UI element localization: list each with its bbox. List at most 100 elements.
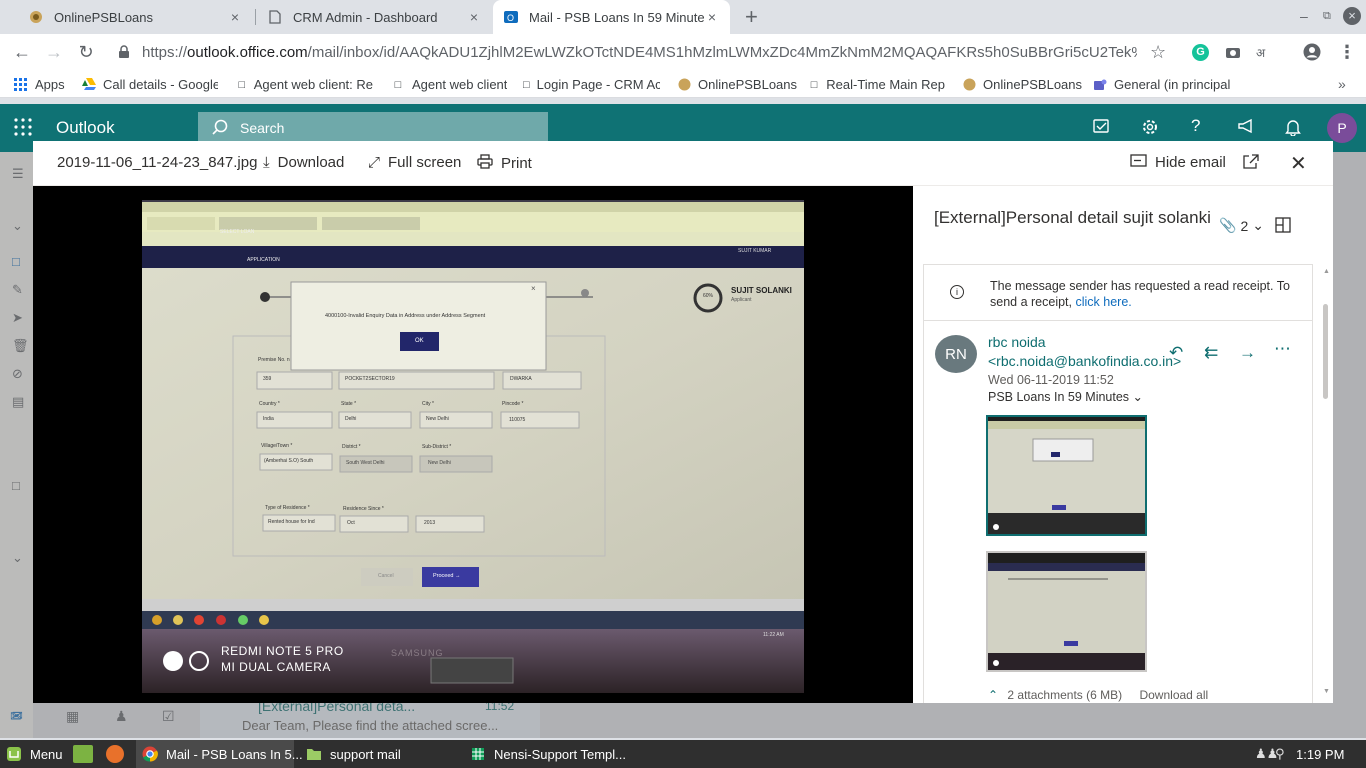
collapse-chevron-icon[interactable]: ⌃: [988, 688, 998, 702]
bookmark-agent-web-client-re[interactable]: □ Agent web client: Re: [237, 77, 373, 92]
photo-village: (Amberhai S.O) South: [264, 458, 314, 464]
profile-icon[interactable]: [1303, 43, 1321, 64]
photo-nav-application: APPLICATION: [247, 257, 280, 263]
photo-error-text: 4000100-Invalid Enquiry Data in Address …: [325, 313, 486, 319]
photo-street: POCKET2SECTOR19: [345, 376, 395, 382]
recipient[interactable]: PSB Loans In 59 Minutes ⌄: [988, 389, 1143, 404]
camera-watermark-line2: MI DUAL CAMERA: [221, 660, 331, 674]
forward-icon[interactable]: →: [43, 42, 65, 63]
attachment-thumbnail[interactable]: [986, 415, 1147, 536]
photo-proceed: Proceed →: [433, 573, 461, 579]
minimize-icon[interactable]: –: [1300, 8, 1308, 24]
page-icon: □: [810, 78, 818, 91]
clock: 1:19 PM: [1296, 747, 1345, 762]
bookmark-general-teams[interactable]: General (in principal: [1093, 77, 1231, 92]
watermark-dot-icon: [163, 651, 183, 671]
tab-onlinepsbloans[interactable]: OnlinePSBLoans ×: [18, 0, 253, 34]
email-reading-pane: [External]Personal detail sujit solanki …: [913, 186, 1333, 703]
close-tab-icon[interactable]: ×: [466, 9, 482, 25]
help-icon[interactable]: ?: [1191, 116, 1200, 136]
chrome-menu-icon[interactable]: ⋮: [1338, 42, 1356, 63]
photo-state: Delhi: [345, 416, 357, 422]
reading-pane-scrollbar[interactable]: ▲ ▼: [1322, 266, 1330, 696]
hide-email-button[interactable]: Hide email: [1130, 154, 1226, 171]
photo-country-label: Country *: [259, 401, 280, 407]
settings-gear-icon[interactable]: [1141, 118, 1159, 141]
more-actions-icon[interactable]: ⋯: [1274, 339, 1291, 359]
bookmark-apps[interactable]: Apps: [14, 77, 65, 92]
close-window-icon[interactable]: ×: [1343, 7, 1361, 25]
outlook-brand: Outlook: [56, 118, 115, 137]
camera-watermark-line1: REDMI NOTE 5 PRO: [221, 644, 344, 658]
outlook-favicon-icon: O: [503, 9, 519, 25]
open-in-new-window-icon[interactable]: [1243, 154, 1259, 169]
attachment-image: SELECT LOAN APPLICATION SUJIT KUMAR SUJI…: [33, 186, 913, 703]
read-receipt-banner: i The message sender has requested a rea…: [923, 264, 1313, 320]
file-manager-icon[interactable]: [73, 745, 93, 763]
restore-icon[interactable]: ⧉: [1323, 10, 1331, 23]
psb-favicon-icon: [28, 9, 44, 25]
taskbar-item-mail[interactable]: Mail - PSB Loans In 5...: [136, 740, 303, 768]
photo-clock: 11:22 AM: [763, 632, 784, 638]
taskbar-item-nensi-support[interactable]: Nensi-Support Templ...: [466, 740, 626, 768]
bookmark-onlinepsbloans[interactable]: OnlinePSBLoans: [677, 77, 797, 92]
close-tab-icon[interactable]: ×: [227, 9, 243, 25]
print-button[interactable]: Print: [477, 154, 532, 173]
sender-avatar: RN: [935, 335, 977, 373]
account-avatar[interactable]: P: [1327, 113, 1357, 143]
photo-pincode-label: Pincode *: [502, 401, 524, 407]
reply-icon[interactable]: ↶: [1169, 343, 1183, 363]
photo-residence-since-label: Residence Since *: [343, 506, 384, 512]
my-day-icon[interactable]: [1093, 118, 1110, 139]
bookmark-call-details[interactable]: Call details - Google: [82, 77, 218, 92]
bookmark-real-time-main-rep[interactable]: □ Real-Time Main Rep: [809, 77, 945, 92]
grammarly-extension-icon[interactable]: G: [1192, 44, 1209, 61]
full-screen-button[interactable]: ⤢ Full screen: [368, 154, 461, 171]
close-tab-icon[interactable]: ×: [704, 9, 720, 25]
bookmark-login-page[interactable]: □ Login Page - CRM Ac: [523, 77, 660, 92]
immersive-reader-icon[interactable]: [1275, 217, 1291, 236]
download-all-link[interactable]: Download all: [1139, 688, 1208, 702]
photo-cancel: Cancel: [378, 573, 394, 579]
message-card: RN rbc noida <rbc.noida@bankofindia.co.i…: [923, 320, 1313, 703]
bookmark-onlinepsbloans-2[interactable]: OnlinePSBLoans: [962, 77, 1082, 92]
sender-name[interactable]: rbc noida <rbc.noida@bankofindia.co.in>: [988, 333, 1181, 371]
attachment-thumbnail[interactable]: [986, 551, 1147, 672]
photo-residence-type: Rented house for Ind: [268, 519, 315, 525]
photo-progress: 60%: [703, 293, 714, 299]
tab-crm-admin[interactable]: CRM Admin - Dashboard ×: [257, 0, 492, 34]
reload-icon[interactable]: ↻: [75, 42, 97, 63]
more-bookmarks-icon[interactable]: »: [1338, 76, 1346, 92]
close-viewer-icon[interactable]: ✕: [1290, 151, 1307, 176]
taskbar-item-support-mail[interactable]: support mail: [302, 740, 401, 768]
photo-nav-select-loan: SELECT LOAN: [220, 229, 255, 235]
bookmark-star-icon[interactable]: ☆: [1150, 42, 1166, 63]
photo-district: South West Delhi: [346, 460, 385, 466]
send-receipt-link[interactable]: click here.: [1075, 295, 1131, 309]
translate-extension-icon[interactable]: अ: [1256, 44, 1265, 61]
lock-icon: [118, 45, 130, 62]
network-icon[interactable]: ⚲: [1275, 746, 1285, 762]
bookmark-agent-web-client[interactable]: □ Agent web client: [391, 77, 508, 92]
mint-logo-icon: [6, 746, 22, 762]
chevron-down-icon: ⌄: [1252, 217, 1264, 233]
app-launcher-icon[interactable]: [14, 118, 32, 139]
new-tab-button[interactable]: +: [745, 4, 758, 30]
firefox-icon[interactable]: [106, 745, 124, 763]
download-button[interactable]: ⤓ Download: [263, 154, 344, 171]
photo-premise: 359: [263, 376, 272, 382]
photo-village-label: Village/Town *: [261, 443, 293, 449]
attachment-count[interactable]: 📎 2 ⌄: [1219, 217, 1264, 234]
page-favicon-icon: [267, 9, 283, 25]
camera-extension-icon[interactable]: [1225, 45, 1241, 62]
forward-icon[interactable]: →: [1239, 343, 1256, 363]
notifications-bell-icon[interactable]: [1285, 118, 1301, 141]
search-input[interactable]: Search: [198, 112, 548, 144]
address-bar[interactable]: https://outlook.office.com/mail/inbox/id…: [142, 44, 1137, 61]
feedback-megaphone-icon[interactable]: [1237, 118, 1255, 139]
tab-outlook-mail[interactable]: O Mail - PSB Loans In 59 Minutes ×: [493, 0, 730, 34]
back-icon[interactable]: ←: [11, 42, 33, 63]
start-menu-button[interactable]: Menu: [6, 740, 63, 768]
reply-all-icon[interactable]: ⇇: [1204, 343, 1218, 363]
photo-residence-year: 2013: [424, 520, 436, 526]
